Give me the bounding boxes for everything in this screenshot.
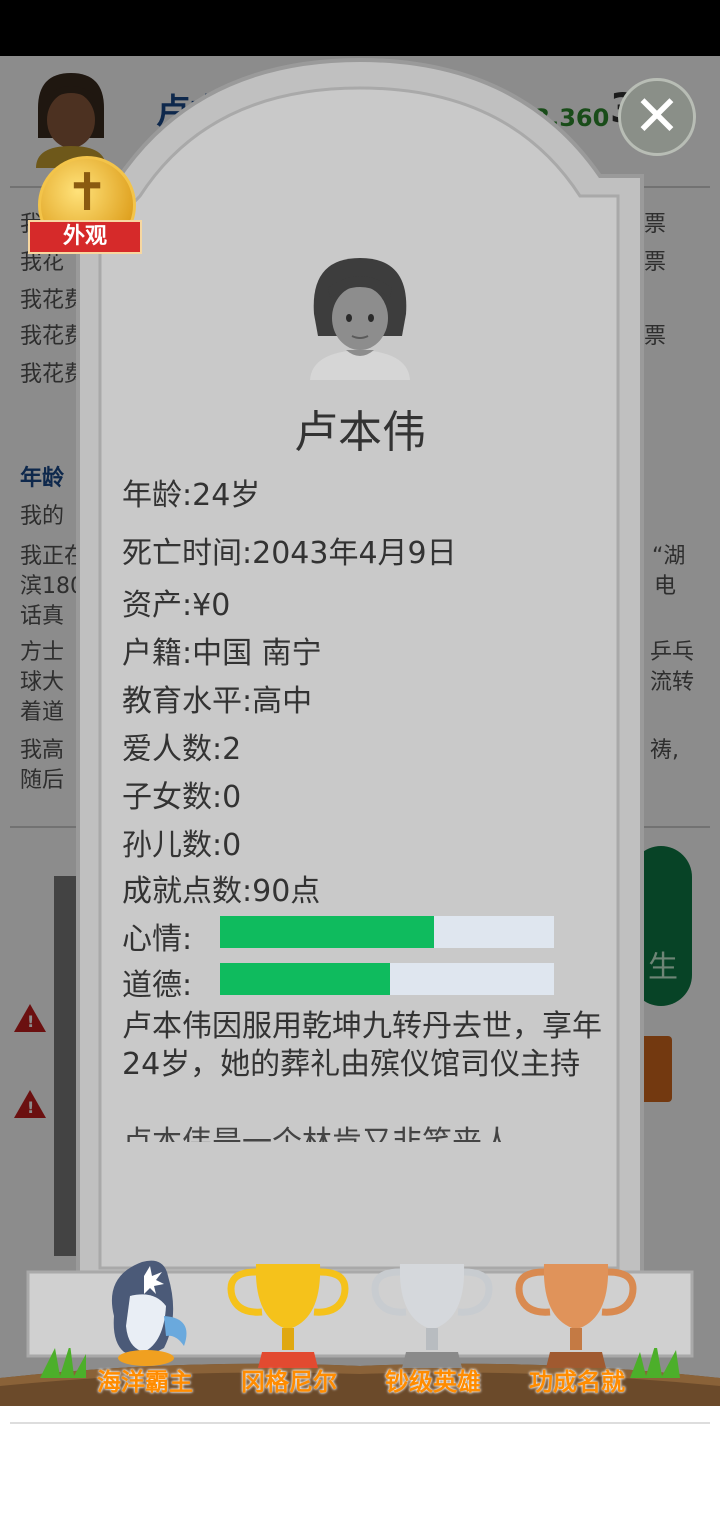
mood-bar-fill: [220, 916, 434, 948]
achievement-label: 海洋霸主: [97, 1368, 193, 1396]
morality-bar: [220, 963, 554, 995]
field-assets: 资产:¥0: [122, 588, 231, 623]
deceased-name: 卢本伟: [294, 407, 426, 458]
mood-bar: [220, 916, 554, 948]
mood-label: 心情:: [122, 922, 193, 957]
field-achievement-points: 成就点数:90点: [122, 874, 321, 909]
morality-label: 道德:: [122, 968, 193, 1003]
morality-bar-fill: [220, 963, 391, 995]
close-button[interactable]: ✕: [618, 78, 696, 156]
epitaph-text: 卢本伟因服用乾坤九转丹去世，享年24岁，她的葬礼由殡仪馆司仪主持: [122, 1009, 602, 1082]
field-death-time: 死亡时间:2043年4月9日: [122, 536, 457, 571]
bronze-trophy-icon[interactable]: [506, 1256, 646, 1368]
field-children: 子女数:0: [122, 780, 242, 815]
field-education: 教育水平:高中: [122, 684, 313, 719]
field-hometown: 户籍:中国 南宁: [122, 636, 322, 671]
appearance-button[interactable]: 外观: [28, 220, 142, 254]
achievement-label: 冈格尼尔: [241, 1368, 337, 1396]
epitaph-continued: 卢本伟是一个林肯又非笑来人: [122, 1124, 602, 1142]
deceased-avatar: [310, 258, 410, 380]
gold-trophy-icon[interactable]: [218, 1256, 358, 1368]
field-grandchildren: 孙儿数:0: [122, 828, 242, 863]
achievement-label: 功成名就: [529, 1368, 625, 1396]
whale-icon[interactable]: [84, 1256, 224, 1368]
silver-trophy-icon[interactable]: [362, 1256, 502, 1368]
bottom-divider: [10, 1422, 710, 1424]
achievement-label: 钞级英雄: [385, 1368, 481, 1396]
field-lovers: 爱人数:2: [122, 732, 242, 767]
field-age: 年龄:24岁: [122, 478, 261, 513]
close-icon: ✕: [633, 84, 681, 149]
cross-icon: ✝: [65, 163, 109, 223]
